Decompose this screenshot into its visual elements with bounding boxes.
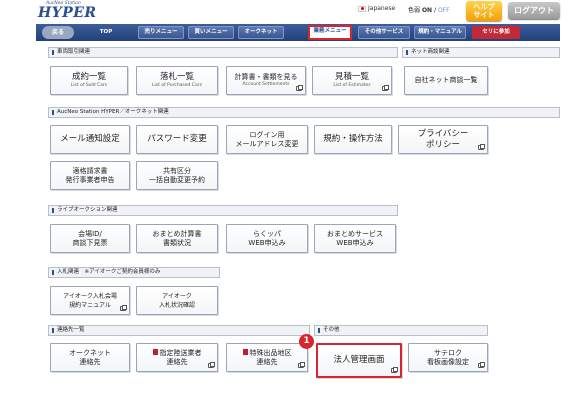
colorblind-off[interactable]: OFF (438, 7, 450, 14)
language-label: Japanese (368, 5, 396, 12)
section-contacts: 連絡先一覧 (48, 325, 310, 336)
nav-business-menu[interactable]: 業務メニュー (308, 25, 352, 40)
summary-service-button[interactable]: おまとめサービス WEB申込み (314, 224, 396, 253)
nav-auctionet[interactable]: オークネット (238, 26, 284, 39)
carrier-contact-button[interactable]: 指定陸送業者 連絡先 (136, 343, 218, 372)
statements-button[interactable]: 計算書・書類を見る Account Settlements (226, 66, 306, 95)
external-link-icon (296, 85, 303, 91)
help-site-button[interactable]: ヘルプ サイト (466, 1, 502, 21)
external-link-icon (391, 367, 398, 373)
nav-buy-menu[interactable]: 買いメニュー (188, 26, 234, 39)
special-area-contact-button[interactable]: 特殊出品地区 連絡先 (226, 343, 308, 372)
login-mail-change-button[interactable]: ログイン用 メールアドレス変更 (226, 125, 308, 154)
back-button[interactable]: 戻る (42, 26, 74, 39)
pdf-icon (242, 348, 248, 355)
external-link-icon (478, 144, 485, 150)
help-line1: ヘルプ (473, 3, 495, 11)
colorblind-toggle[interactable]: 色弱 ON / OFF (408, 5, 450, 14)
password-change-button[interactable]: パスワード変更 (136, 125, 218, 154)
main-nav: 戻る TOP 売りメニュー 買いメニュー オークネット 業務メニュー その他サー… (36, 24, 560, 41)
external-link-icon (208, 362, 215, 368)
member-id-button[interactable]: 会場ID/ 商談下見票 (50, 224, 130, 253)
contract-list-button[interactable]: 成約一覧 List of Sold Cars (50, 66, 128, 95)
help-line2: サイト (473, 11, 495, 19)
step-number-badge: 1 (299, 334, 314, 349)
header: AucNeo Station HYPER Japanese 色弱 ON / OF… (0, 0, 586, 24)
section-entry: 入札関連 ※アイオークご契約会員様のみ (48, 267, 220, 278)
japan-flag-icon (358, 5, 366, 12)
invoice-issuer-button[interactable]: 適格請求書 発行事業者申告 (50, 161, 130, 190)
nav-join-auction[interactable]: セリに参加 (472, 26, 520, 39)
corporate-admin-button[interactable]: 法人管理画面 (316, 343, 402, 378)
shared-category-button[interactable]: 共有区分 一括自動変更予約 (136, 161, 218, 190)
nav-terms-manual[interactable]: 規約・マニュアル (414, 26, 466, 39)
pdf-icon (152, 348, 158, 355)
section-vehicle-trade: 車両取引関連 (48, 47, 398, 58)
own-net-deals-button[interactable]: 自社ネット商談一覧 (404, 66, 488, 95)
external-link-icon (382, 85, 389, 91)
win-list-button[interactable]: 落札一覧 List of Purchased Cars (136, 66, 218, 95)
section-live-auction: ライブオークション関連 (48, 205, 398, 216)
estimates-button[interactable]: 見積一覧 List of Estimates (312, 66, 392, 95)
logout-button[interactable]: ログアウト (508, 2, 560, 19)
privacy-policy-button[interactable]: プライバシー ポリシー (398, 125, 488, 154)
satecrow-button[interactable]: サテロク 看板画像設定 (408, 343, 488, 372)
summary-statement-button[interactable]: おまとめ計算書 書類状況 (136, 224, 218, 253)
section-aucneo: AucNeo Station HYPER／オークネット関連 (48, 107, 560, 118)
ioke-status-button[interactable]: アイオーク 入札状況確認 (136, 286, 218, 315)
section-other: その他 (314, 325, 488, 336)
external-link-icon (478, 362, 485, 368)
external-link-icon (298, 362, 305, 368)
ioke-manual-button[interactable]: アイオーク入札会場 規約マニュアル (50, 286, 130, 315)
logo-main-text: HYPER (38, 5, 97, 21)
logo[interactable]: AucNeo Station HYPER (38, 1, 98, 21)
mail-notice-button[interactable]: メール通知設定 (50, 125, 130, 154)
external-link-icon (120, 305, 127, 311)
nav-top[interactable]: TOP (86, 26, 126, 39)
nav-sell-menu[interactable]: 売りメニュー (138, 26, 184, 39)
section-net-deals: ネット商談関連 (402, 47, 560, 58)
rakuppa-button[interactable]: らくッパ WEB申込み (226, 224, 308, 253)
auctionet-contact-button[interactable]: オークネット 連絡先 (50, 343, 130, 372)
nav-other-services[interactable]: その他サービス (358, 26, 410, 39)
colorblind-on[interactable]: ON (422, 7, 432, 14)
terms-button[interactable]: 規約・操作方法 (314, 125, 392, 154)
colorblind-label: 色弱 (408, 7, 421, 14)
language-selector[interactable]: Japanese (358, 5, 395, 12)
